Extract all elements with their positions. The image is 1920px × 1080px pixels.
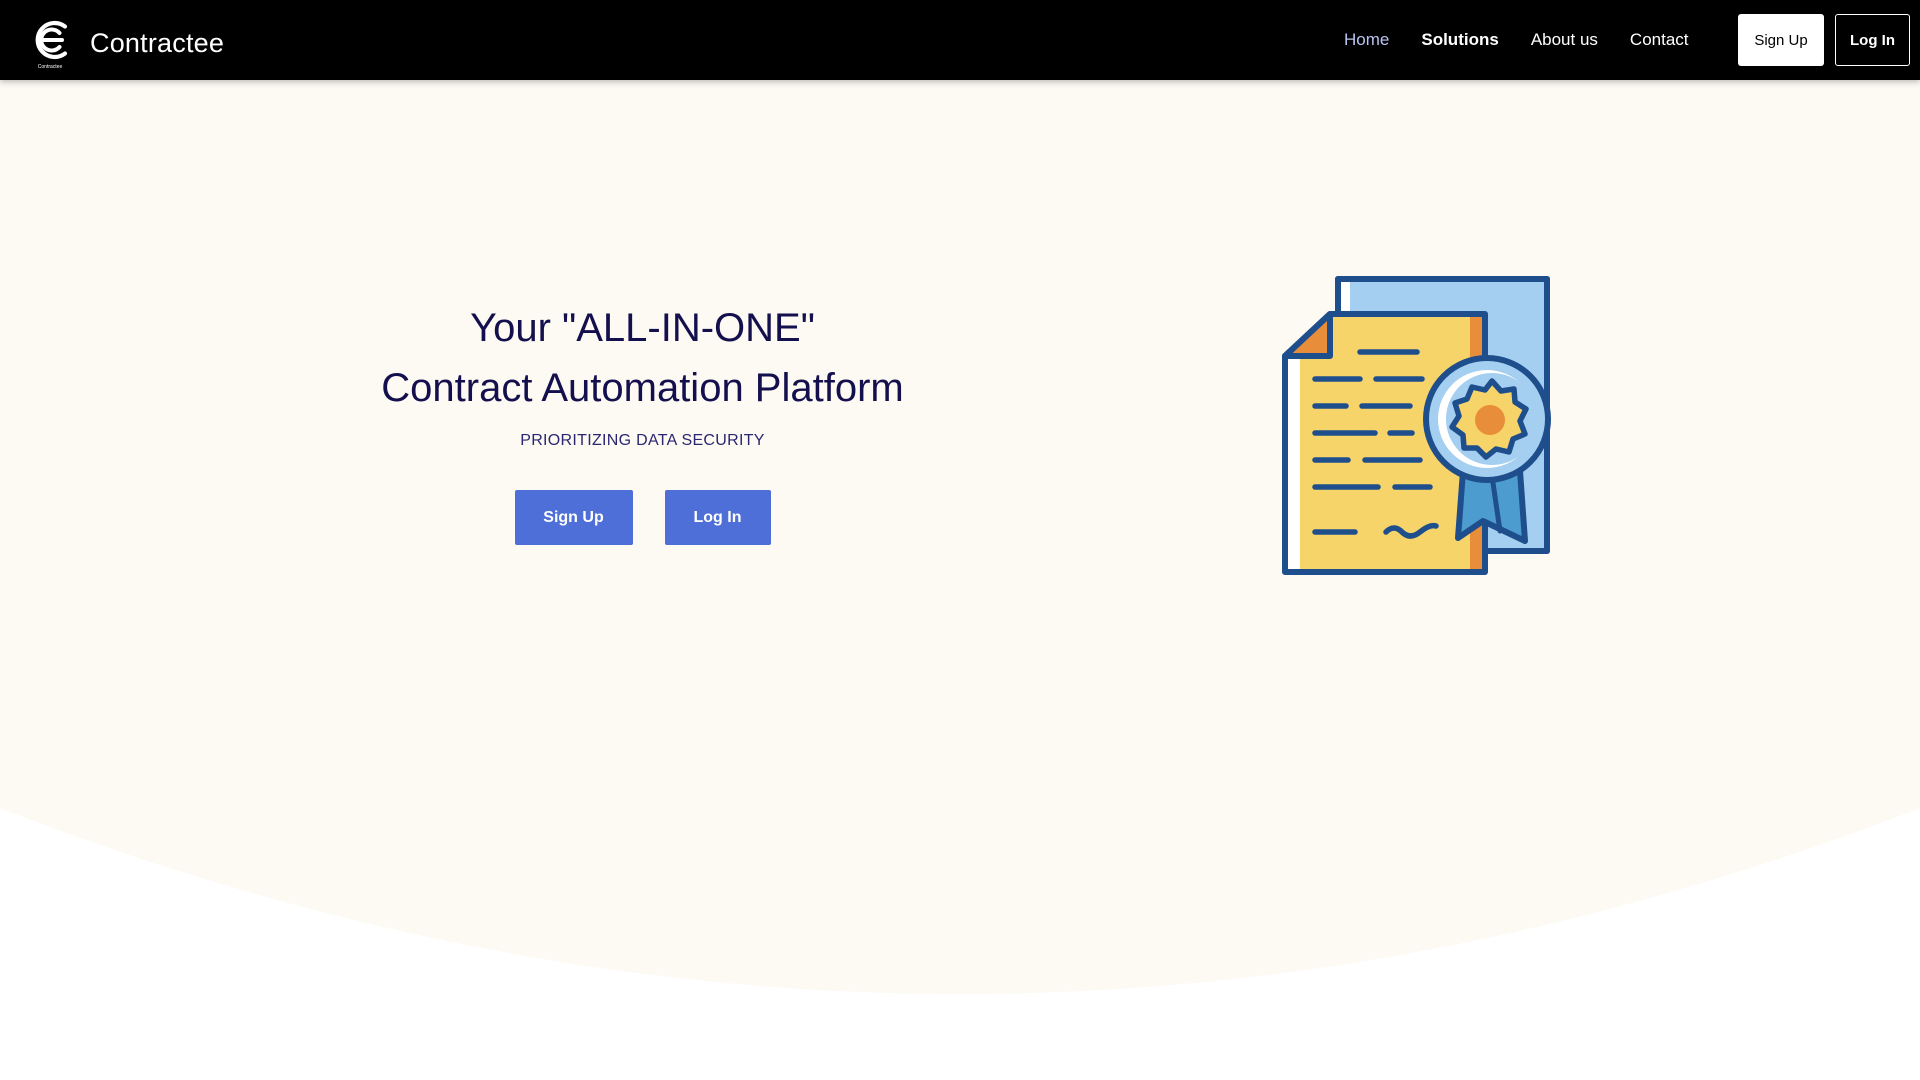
hero-login-button[interactable]: Log In <box>664 490 771 545</box>
nav-signup-button[interactable]: Sign Up <box>1738 14 1824 66</box>
hero-headline-line-2: Contract Automation Platform <box>381 366 904 410</box>
brand-name: Contractee <box>90 27 225 58</box>
nav-login-button[interactable]: Log In <box>1835 14 1910 66</box>
hero-headline: Your "ALL-IN-ONE" Contract Automation Pl… <box>280 298 1005 418</box>
logo-small-text: Contractee <box>38 64 63 70</box>
nav-link-home[interactable]: Home <box>1344 30 1389 50</box>
brand-home-link[interactable]: Contractee Contractee <box>28 16 224 70</box>
hero-bottom-wave <box>0 808 1920 1080</box>
hero-subheadline: PRIORITIZING DATA SECURITY <box>520 432 765 449</box>
nav-links: Home Solutions About us Contact <box>1344 0 1721 80</box>
hero-signup-button[interactable]: Sign Up <box>514 490 633 545</box>
contractee-logo-icon: Contractee <box>35 20 68 70</box>
certified-contract-icon <box>1282 276 1551 575</box>
hero-section: Your "ALL-IN-ONE" Contract Automation Pl… <box>0 80 1920 1080</box>
nav-link-about-us[interactable]: About us <box>1531 30 1598 50</box>
hero-headline-line-1: Your "ALL-IN-ONE" <box>470 306 815 350</box>
top-navbar: Contractee Contractee Home Solutions Abo… <box>0 0 1920 80</box>
nav-link-contact[interactable]: Contact <box>1630 30 1689 50</box>
hero-text-block: Your "ALL-IN-ONE" Contract Automation Pl… <box>280 298 1005 545</box>
hero-cta-row: Sign Up Log In <box>280 490 1005 545</box>
nav-link-solutions[interactable]: Solutions <box>1421 30 1498 50</box>
